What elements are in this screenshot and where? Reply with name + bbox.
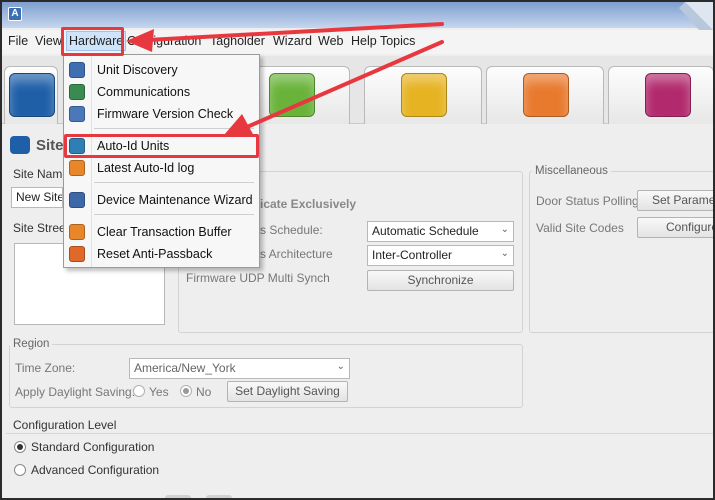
menu-item-firmware-version-check[interactable]: Firmware Version Check xyxy=(64,103,259,125)
tab-home[interactable] xyxy=(608,66,713,124)
home-icon xyxy=(645,73,691,117)
communications-icon xyxy=(69,84,85,100)
menu-separator xyxy=(94,182,254,183)
synchronize-button[interactable]: Synchronize xyxy=(367,270,514,291)
clear-buffer-icon xyxy=(69,224,85,240)
communicate-exclusively-label: icate Exclusively xyxy=(260,197,357,211)
menu-web[interactable]: Web xyxy=(318,34,343,48)
firmware-udp-label: Firmware UDP Multi Synch xyxy=(186,271,330,285)
daylight-yes-label: Yes xyxy=(149,385,169,399)
menu-help-topics[interactable]: Help Topics xyxy=(351,34,415,48)
menu-item-unit-discovery[interactable]: Unit Discovery xyxy=(64,59,259,81)
miscellaneous-title: Miscellaneous xyxy=(532,165,611,177)
menu-file[interactable]: File xyxy=(8,34,28,48)
site-header: Site xyxy=(36,137,64,154)
maintenance-icon xyxy=(69,192,85,208)
menu-item-label: Device Maintenance Wizard xyxy=(97,193,253,207)
reset-antipassback-icon xyxy=(69,246,85,262)
menu-item-label: Latest Auto-Id log xyxy=(97,161,195,175)
site-name-input[interactable]: New Site xyxy=(11,187,63,208)
menu-item-device-maintenance-wizard[interactable]: Device Maintenance Wizard xyxy=(64,189,259,211)
configuration-level-title: Configuration Level xyxy=(13,418,117,432)
set-daylight-saving-button[interactable]: Set Daylight Saving xyxy=(227,381,348,402)
firmware-icon xyxy=(69,106,85,122)
configure-button[interactable]: Configure xyxy=(637,217,713,238)
schedule-label: s Schedule: xyxy=(260,223,323,237)
auto-id-icon xyxy=(69,138,85,154)
menu-wizard[interactable]: Wizard xyxy=(273,34,312,48)
menu-bar: File View Hardware Configuration Taghold… xyxy=(2,30,713,54)
standard-configuration-label: Standard Configuration xyxy=(31,440,155,454)
menu-item-label: Auto-Id Units xyxy=(97,139,170,153)
tagholders-icon xyxy=(401,73,447,117)
apply-daylight-saving-label: Apply Daylight Saving: xyxy=(15,385,136,399)
site-street-label: Site Street xyxy=(13,221,70,235)
architecture-label: s Architecture xyxy=(260,247,333,261)
set-parameters-button[interactable]: Set Paramete xyxy=(637,190,713,211)
menu-item-latest-auto-id-log[interactable]: Latest Auto-Id log xyxy=(64,157,259,179)
menu-item-label: Clear Transaction Buffer xyxy=(97,225,232,239)
app-logo-icon: A xyxy=(8,7,22,21)
tab-users[interactable] xyxy=(486,66,604,124)
menu-tagholder[interactable]: Tagholder xyxy=(210,34,265,48)
title-bar: A xyxy=(2,2,713,30)
menu-item-label: Firmware Version Check xyxy=(97,107,234,121)
window-corner-icon xyxy=(679,2,713,30)
menu-separator xyxy=(94,128,254,129)
daylight-no-radio[interactable] xyxy=(180,385,192,397)
menu-view[interactable]: View xyxy=(35,34,62,48)
site-name-label: Site Name xyxy=(13,167,70,181)
schedule-select[interactable]: Automatic Schedule ⌄ xyxy=(367,221,514,242)
app-window: A File View Hardware Configuration Tagho… xyxy=(0,0,715,500)
users-icon xyxy=(523,73,569,117)
time-zone-select[interactable]: America/New_York ⌄ xyxy=(129,358,350,379)
standard-configuration-radio[interactable] xyxy=(14,441,26,453)
menu-item-reset-anti-passback[interactable]: Reset Anti-Passback xyxy=(64,243,259,265)
advanced-configuration-radio[interactable] xyxy=(14,464,26,476)
menu-item-label: Reset Anti-Passback xyxy=(97,247,213,261)
hardware-dropdown-menu: Unit Discovery Communications Firmware V… xyxy=(63,54,260,268)
tab-tagholders[interactable] xyxy=(364,66,482,124)
bottom-button-stub xyxy=(165,495,191,498)
menu-item-communications[interactable]: Communications xyxy=(64,81,259,103)
daylight-no-label: No xyxy=(196,385,212,399)
valid-site-codes-label: Valid Site Codes xyxy=(536,221,624,235)
architecture-select[interactable]: Inter-Controller ⌄ xyxy=(367,245,514,266)
daylight-yes-radio[interactable] xyxy=(133,385,145,397)
menu-item-auto-id-units[interactable]: Auto-Id Units xyxy=(64,135,259,157)
site-icon xyxy=(9,73,55,117)
menu-item-clear-transaction-buffer[interactable]: Clear Transaction Buffer xyxy=(64,221,259,243)
menu-item-label: Communications xyxy=(97,85,191,99)
site-header-icon xyxy=(10,136,30,154)
unit-discovery-icon xyxy=(69,62,85,78)
divider xyxy=(6,433,713,434)
menu-hardware[interactable]: Hardware xyxy=(66,31,127,51)
hardware-icon xyxy=(269,73,315,117)
menu-item-label: Unit Discovery xyxy=(97,63,178,77)
log-icon xyxy=(69,160,85,176)
door-status-polling-label: Door Status Polling: xyxy=(536,194,643,208)
bottom-button-stub xyxy=(206,495,232,498)
advanced-configuration-label: Advanced Configuration xyxy=(31,463,160,477)
menu-configuration[interactable]: Configuration xyxy=(127,34,201,48)
menu-separator xyxy=(94,214,254,215)
time-zone-label: Time Zone: xyxy=(15,361,76,375)
region-title: Region xyxy=(10,338,53,350)
tab-site[interactable] xyxy=(4,66,58,124)
